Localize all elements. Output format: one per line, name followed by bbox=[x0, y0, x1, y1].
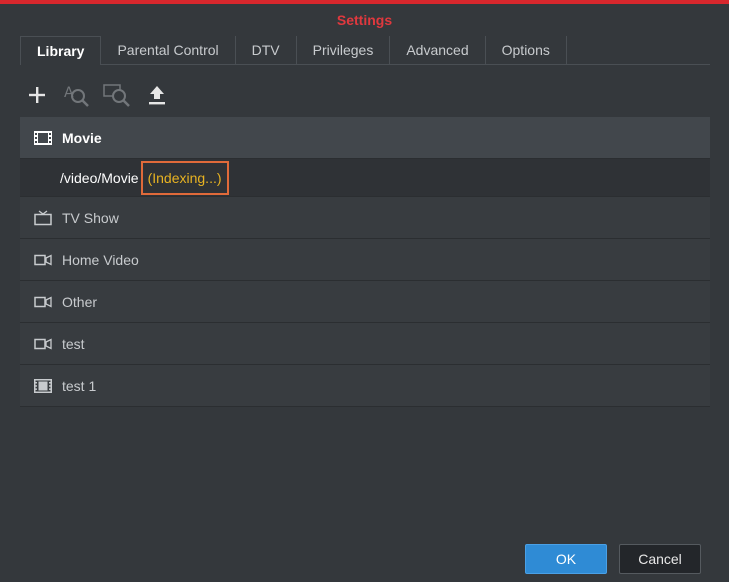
library-folder-row[interactable]: /video/Movie (Indexing...) bbox=[20, 159, 710, 197]
media-search-button[interactable] bbox=[102, 80, 132, 110]
library-item-test-1[interactable]: test 1 bbox=[20, 365, 710, 407]
cancel-button[interactable]: Cancel bbox=[619, 544, 701, 574]
video-camera-icon bbox=[32, 294, 54, 310]
library-item-movie[interactable]: Movie bbox=[20, 117, 710, 159]
library-item-other[interactable]: Other bbox=[20, 281, 710, 323]
library-item-label: test 1 bbox=[62, 377, 97, 394]
library-list: Movie /video/Movie (Indexing...) TV Show… bbox=[20, 117, 710, 407]
library-item-label: TV Show bbox=[62, 209, 119, 226]
film-icon bbox=[32, 130, 54, 146]
library-item-home-video[interactable]: Home Video bbox=[20, 239, 710, 281]
library-item-tv-show[interactable]: TV Show bbox=[20, 197, 710, 239]
dialog-footer: OK Cancel bbox=[525, 544, 701, 574]
search-media-icon bbox=[103, 84, 130, 107]
folder-path: /video/Movie bbox=[60, 169, 139, 186]
upload-button[interactable] bbox=[142, 80, 172, 110]
tab-library[interactable]: Library bbox=[20, 36, 102, 65]
window-title: Settings bbox=[336, 12, 393, 28]
library-item-label: Home Video bbox=[62, 251, 139, 268]
library-item-label: test bbox=[62, 335, 85, 352]
add-button[interactable] bbox=[22, 80, 52, 110]
tab-privileges[interactable]: Privileges bbox=[297, 36, 391, 64]
text-search-button[interactable]: A bbox=[62, 80, 92, 110]
video-camera-icon bbox=[32, 336, 54, 352]
video-camera-icon bbox=[32, 252, 54, 268]
tab-options[interactable]: Options bbox=[486, 36, 567, 64]
library-item-test[interactable]: test bbox=[20, 323, 710, 365]
tab-parental-control[interactable]: Parental Control bbox=[101, 36, 236, 64]
tab-dtv[interactable]: DTV bbox=[236, 36, 297, 64]
library-toolbar: A bbox=[22, 80, 172, 110]
settings-tabs: Library Parental Control DTV Privileges … bbox=[20, 36, 710, 65]
upload-icon bbox=[149, 86, 165, 105]
ok-button[interactable]: OK bbox=[525, 544, 607, 574]
indexing-status: (Indexing...) bbox=[140, 160, 229, 195]
search-text-icon: A bbox=[64, 85, 89, 107]
tv-icon bbox=[32, 209, 54, 226]
plus-icon bbox=[29, 87, 45, 103]
film-icon bbox=[32, 378, 54, 394]
tab-advanced[interactable]: Advanced bbox=[390, 36, 486, 64]
library-item-label: Other bbox=[62, 293, 98, 310]
library-item-label: Movie bbox=[62, 129, 102, 146]
window-accent-bar bbox=[0, 0, 729, 4]
